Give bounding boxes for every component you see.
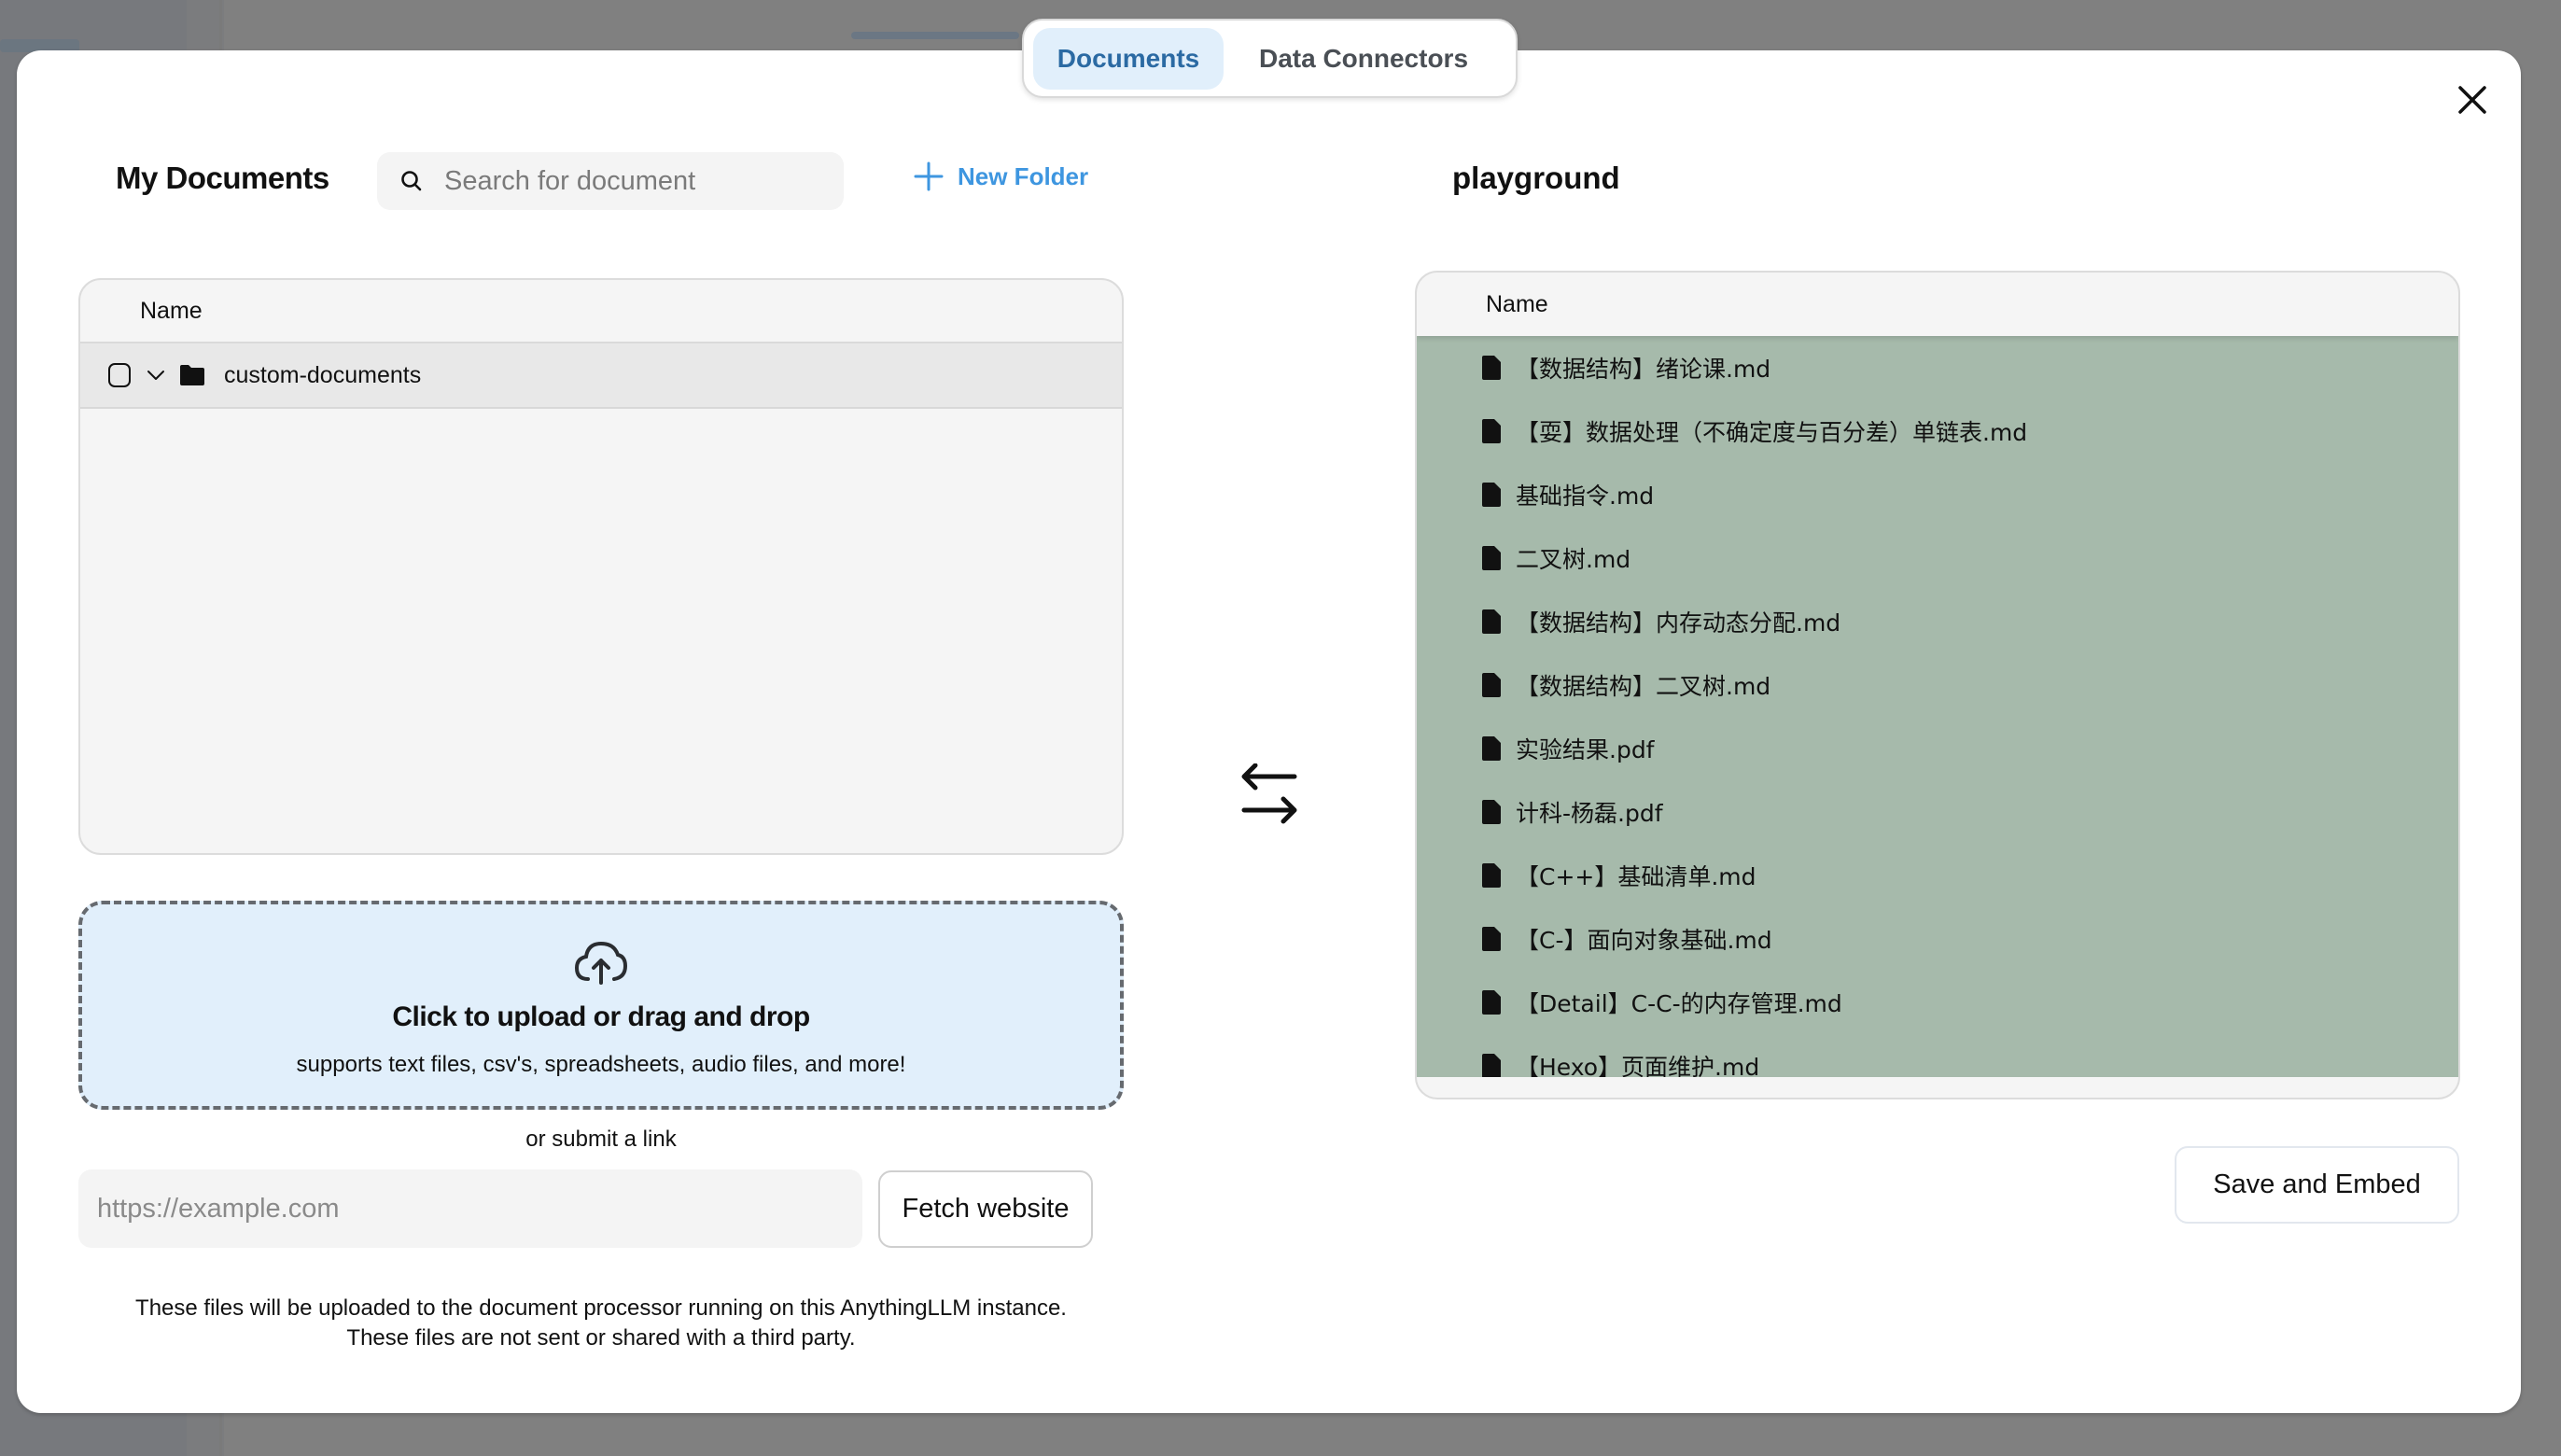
tab-documents[interactable]: Documents <box>1033 27 1224 90</box>
file-icon <box>1482 927 1501 951</box>
file-name: 【数据结构】二叉树.md <box>1516 673 1771 700</box>
file-icon <box>1482 736 1501 761</box>
file-name: 实验结果.pdf <box>1516 736 1655 763</box>
close-button[interactable] <box>2456 84 2488 116</box>
file-icon <box>1482 863 1501 888</box>
cloud-upload-icon <box>574 941 628 985</box>
file-name: 【耍】数据处理（不确定度与百分差）单链表.md <box>1516 419 2028 446</box>
file-name: 基础指令.md <box>1516 483 1655 510</box>
link-url-input[interactable] <box>78 1169 862 1248</box>
upload-subtitle: supports text files, csv's, spreadsheets… <box>296 1052 906 1077</box>
file-icon <box>1482 356 1501 380</box>
file-icon <box>1482 483 1501 507</box>
file-row[interactable]: 【数据结构】绪论课.md <box>1417 336 2458 399</box>
file-row[interactable]: 计科-杨磊.pdf <box>1417 780 2458 844</box>
file-icon <box>1482 1054 1501 1077</box>
table-header-name: Name <box>80 280 1122 343</box>
privacy-note: These files will be uploaded to the docu… <box>78 1294 1124 1353</box>
privacy-note-line-2: These files are not sent or shared with … <box>346 1325 856 1351</box>
save-and-embed-button[interactable]: Save and Embed <box>2175 1146 2459 1224</box>
workspace-title: playground <box>1452 161 1620 195</box>
table-header-name: Name <box>1417 273 2458 336</box>
workspace-documents-table: Name 【数据结构】绪论课.md 【耍】数据处理（不确定度与百分差）单链表.md… <box>1415 271 2460 1099</box>
privacy-note-line-1: These files will be uploaded to the docu… <box>135 1295 1067 1321</box>
file-name: 【C++】基础清单.md <box>1516 863 1756 890</box>
fetch-website-button[interactable]: Fetch website <box>878 1170 1093 1248</box>
my-documents-table: Name custom-documents <box>78 278 1124 855</box>
tab-data-connectors[interactable]: Data Connectors <box>1224 28 1504 90</box>
file-icon <box>1482 990 1501 1015</box>
folder-checkbox[interactable] <box>108 363 131 387</box>
file-icon <box>1482 673 1501 697</box>
workspace-file-list[interactable]: 【数据结构】绪论课.md 【耍】数据处理（不确定度与百分差）单链表.md 基础指令.… <box>1417 336 2458 1077</box>
file-name: 【Hexo】页面维护.md <box>1516 1054 1760 1077</box>
new-folder-label: New Folder <box>958 161 1089 190</box>
file-row[interactable]: 二叉树.md <box>1417 526 2458 590</box>
file-row[interactable]: 基础指令.md <box>1417 463 2458 526</box>
file-name: 二叉树.md <box>1516 546 1631 573</box>
modal-tab-switcher: Documents Data Connectors <box>1022 19 1518 98</box>
file-row[interactable]: 【Hexo】页面维护.md <box>1417 1034 2458 1077</box>
search-icon <box>401 171 422 191</box>
file-icon <box>1482 800 1501 824</box>
file-name: 【Detail】C-C-的内存管理.md <box>1516 990 1842 1017</box>
file-name: 【数据结构】内存动态分配.md <box>1516 609 1841 637</box>
file-row[interactable]: 实验结果.pdf <box>1417 717 2458 780</box>
search-input[interactable] <box>444 165 818 197</box>
file-icon <box>1482 546 1501 570</box>
folder-name: custom-documents <box>224 361 422 388</box>
background-tab-indicator <box>851 32 1019 39</box>
chevron-down-icon[interactable] <box>146 365 166 385</box>
arrows-left-right-icon <box>1241 763 1297 824</box>
upload-title: Click to upload or drag and drop <box>392 1001 810 1032</box>
file-icon <box>1482 419 1501 443</box>
file-upload-dropzone[interactable]: Click to upload or drag and drop support… <box>78 901 1124 1110</box>
file-row[interactable]: 【C-】面向对象基础.md <box>1417 907 2458 971</box>
folder-icon <box>180 365 204 385</box>
new-folder-button[interactable]: New Folder <box>913 161 1088 192</box>
file-row[interactable]: 【数据结构】内存动态分配.md <box>1417 590 2458 653</box>
file-name: 计科-杨磊.pdf <box>1516 800 1663 827</box>
file-name: 【数据结构】绪论课.md <box>1516 356 1771 383</box>
close-icon <box>2458 86 2486 114</box>
document-search[interactable] <box>377 152 844 210</box>
file-icon <box>1482 609 1501 634</box>
or-submit-link-label: or submit a link <box>525 1127 677 1152</box>
file-name: 【C-】面向对象基础.md <box>1516 927 1772 954</box>
my-documents-title: My Documents <box>116 161 329 195</box>
file-row[interactable]: 【Detail】C-C-的内存管理.md <box>1417 971 2458 1034</box>
file-row[interactable]: 【耍】数据处理（不确定度与百分差）单链表.md <box>1417 399 2458 463</box>
file-row[interactable]: 【数据结构】二叉树.md <box>1417 653 2458 717</box>
plus-icon <box>914 161 944 191</box>
folder-row[interactable]: custom-documents <box>80 343 1122 409</box>
file-row[interactable]: 【C++】基础清单.md <box>1417 844 2458 907</box>
